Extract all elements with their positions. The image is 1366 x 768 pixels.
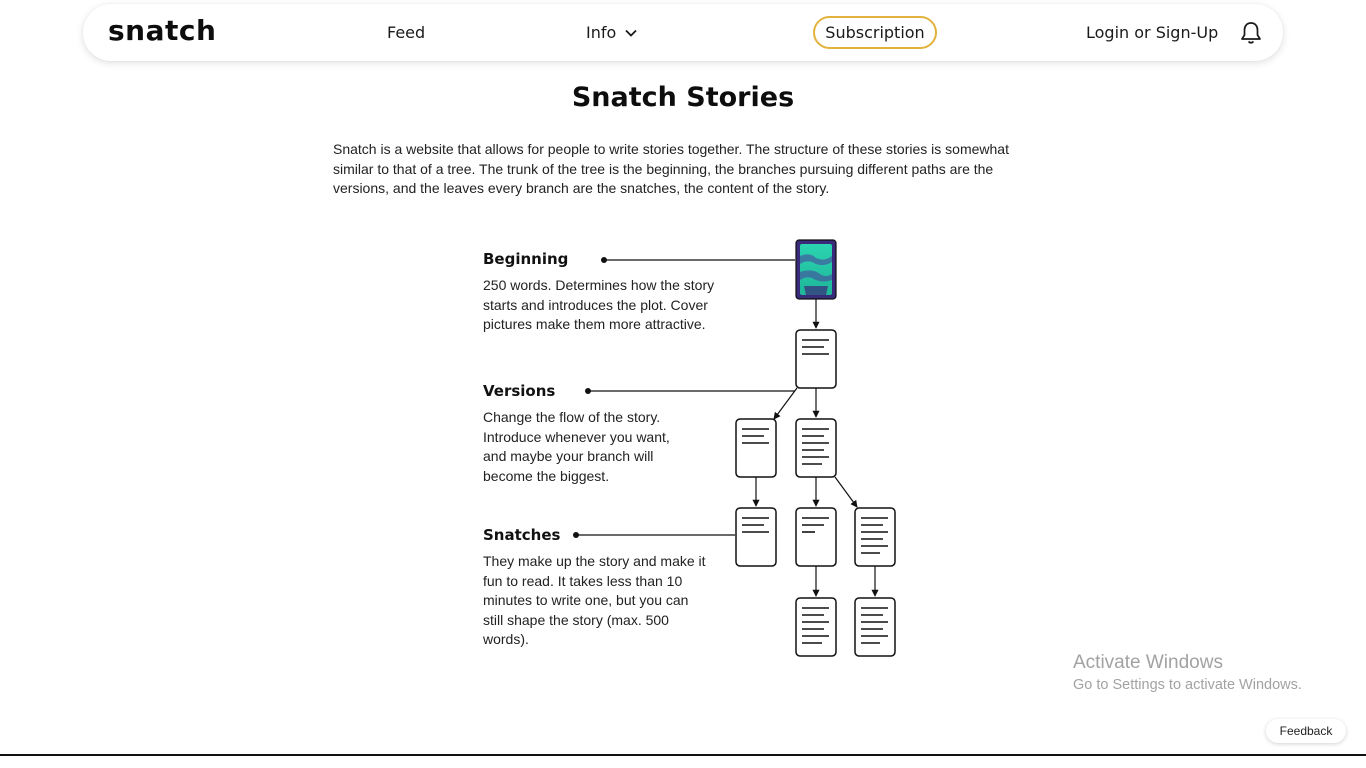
doc-card xyxy=(795,418,837,478)
doc-card xyxy=(795,329,837,389)
doc-card xyxy=(735,418,777,478)
label-connector-versions xyxy=(585,388,795,394)
label-connector-beginning xyxy=(601,257,795,263)
feedback-button[interactable]: Feedback xyxy=(1266,719,1346,743)
doc-card xyxy=(795,507,837,567)
doc-card xyxy=(795,597,837,657)
page-bottom-divider xyxy=(0,754,1366,756)
label-connector-snatches xyxy=(573,532,735,538)
doc-card xyxy=(735,507,777,567)
doc-card xyxy=(854,597,896,657)
beginning-cover-card xyxy=(795,239,837,300)
windows-activation-title: Activate Windows xyxy=(1073,652,1223,673)
windows-activation-subtitle: Go to Settings to activate Windows. xyxy=(1073,677,1302,693)
doc-card xyxy=(854,507,896,567)
